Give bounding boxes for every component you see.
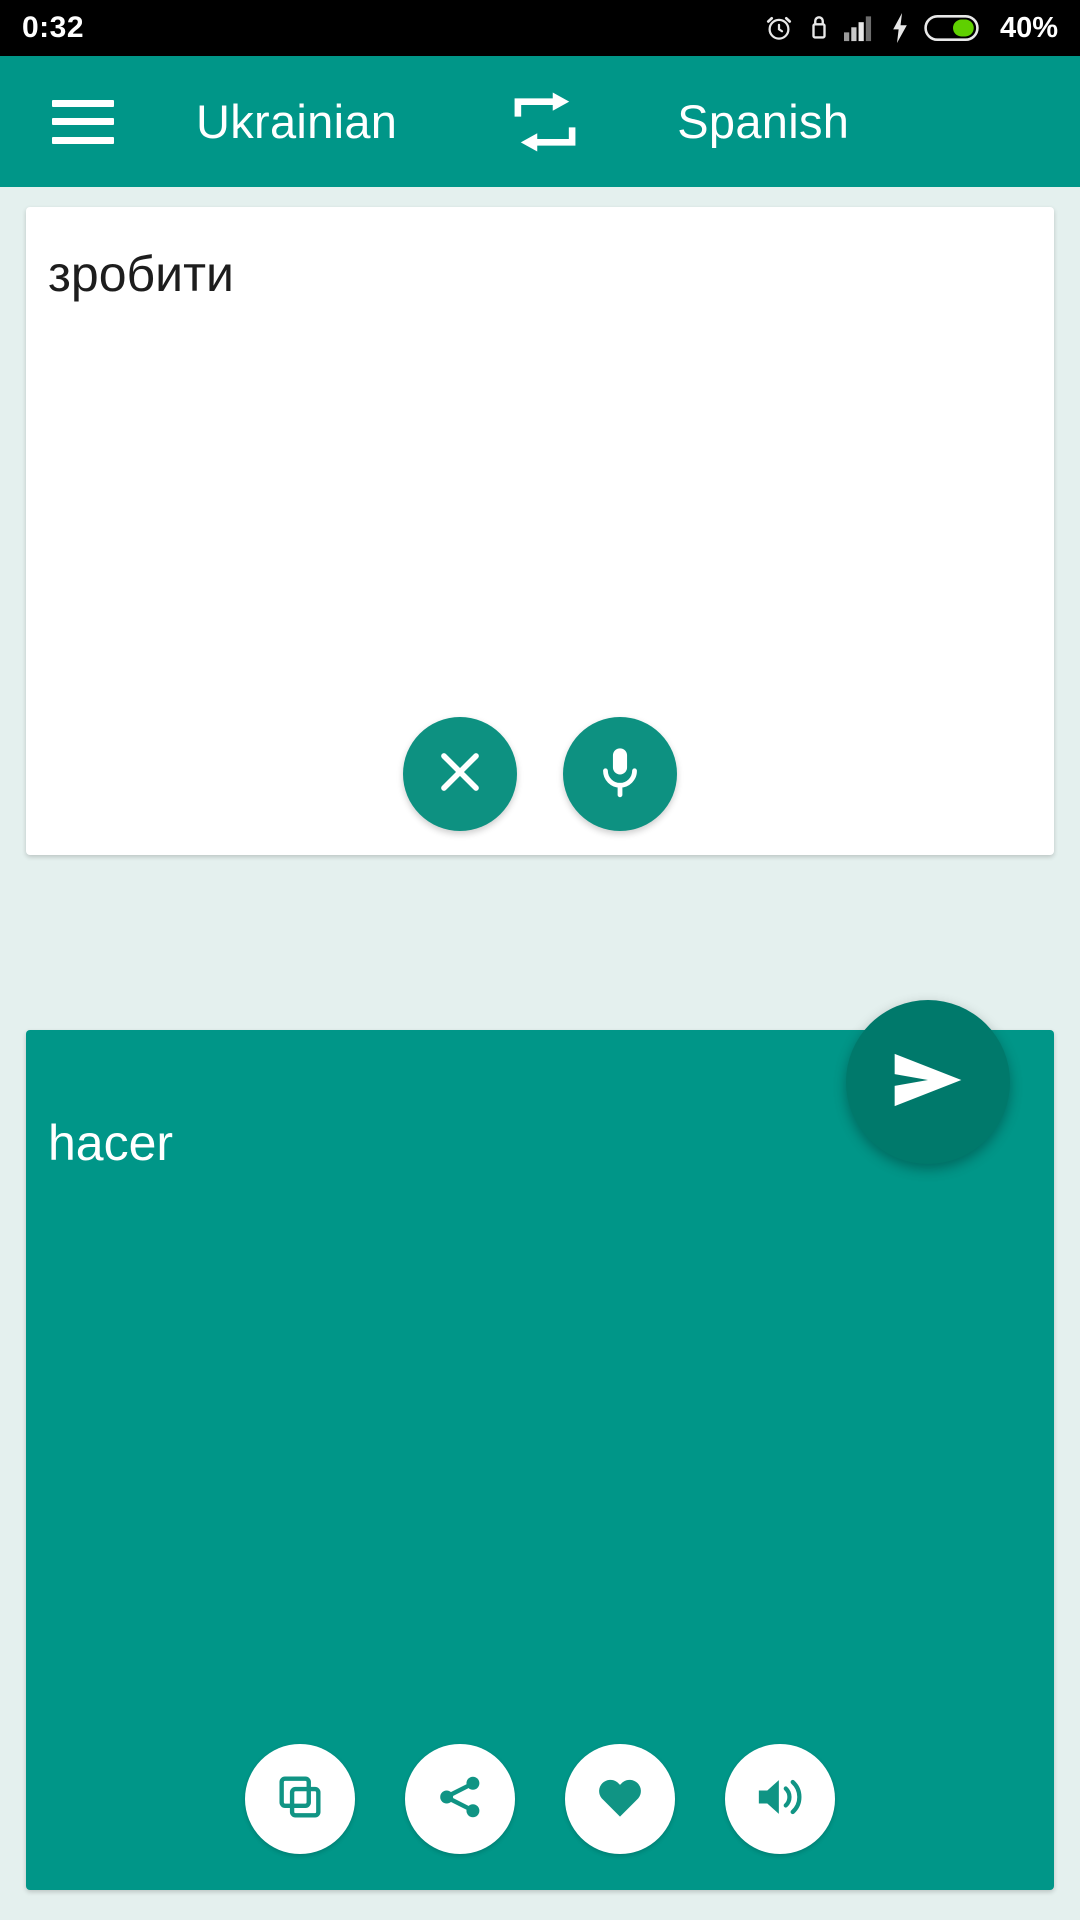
source-text-input[interactable]: зробити: [48, 243, 1032, 306]
share-button[interactable]: [405, 1744, 515, 1854]
result-action-buttons: [26, 1744, 1054, 1854]
status-bar-icons: 40%: [764, 12, 1058, 45]
microphone-icon: [595, 745, 645, 804]
alarm-clock-icon: [764, 13, 794, 43]
target-language-selector[interactable]: Spanish: [677, 94, 849, 149]
swap-languages-icon[interactable]: [505, 82, 585, 162]
hamburger-menu-icon[interactable]: [52, 99, 114, 144]
translator-app-screen: 0:32 40% Ukrainian Spanish зробити hacer: [0, 0, 1080, 1920]
source-text-card: зробити: [26, 207, 1054, 855]
source-action-buttons: [26, 717, 1054, 831]
battery-icon: [924, 13, 982, 43]
signal-bars-icon: [843, 14, 876, 42]
share-icon: [435, 1772, 485, 1827]
send-arrow-icon: [888, 1047, 968, 1118]
speaker-volume-icon: [755, 1774, 805, 1825]
lock-icon: [808, 13, 830, 43]
copy-button[interactable]: [245, 1744, 355, 1854]
send-translate-button[interactable]: [846, 1000, 1010, 1164]
status-time: 0:32: [22, 11, 85, 44]
battery-percent-label: 40%: [999, 11, 1058, 44]
copy-icon: [275, 1772, 325, 1827]
app-bar: Ukrainian Spanish: [0, 56, 1080, 187]
heart-favorite-icon: [595, 1773, 645, 1826]
source-language-selector[interactable]: Ukrainian: [196, 94, 397, 149]
status-bar: 0:32 40%: [0, 0, 1080, 56]
clear-text-button[interactable]: [403, 717, 517, 831]
close-x-icon: [434, 746, 486, 803]
speak-button[interactable]: [725, 1744, 835, 1854]
charging-bolt-icon: [890, 13, 910, 43]
voice-input-button[interactable]: [563, 717, 677, 831]
favorite-button[interactable]: [565, 1744, 675, 1854]
